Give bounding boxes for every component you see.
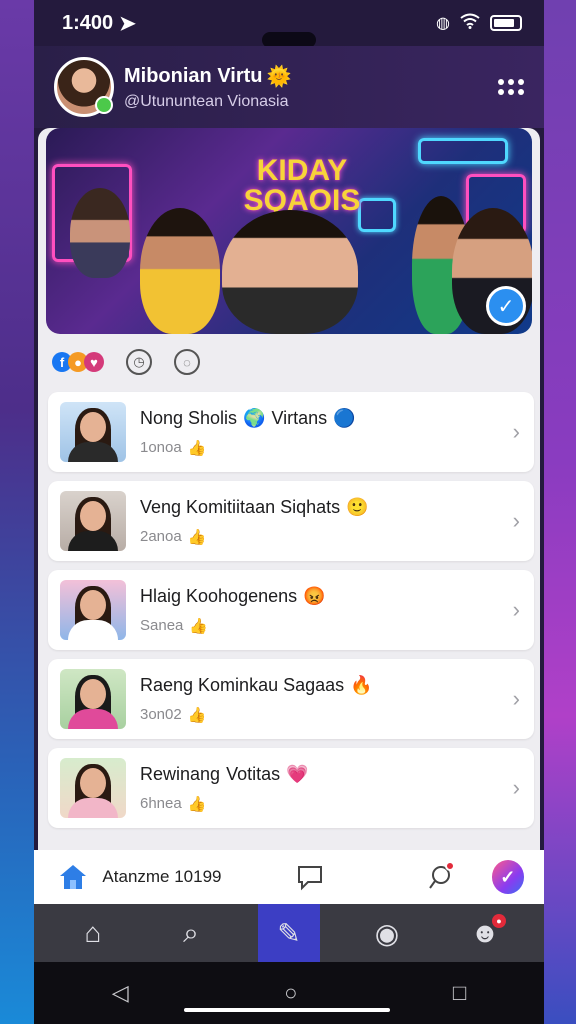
- item-subtitle: 2anoa 👍: [140, 528, 207, 546]
- thumbnail: [60, 758, 126, 818]
- reaction-row: f ● ♥ ◷ ◌: [52, 342, 200, 382]
- profile-handle: @Utununtean Vionasia: [124, 92, 289, 110]
- list-item[interactable]: Veng Komitiitaan Siqhats 🙂 2anoa 👍 ›: [48, 481, 534, 561]
- reaction-icons[interactable]: f ● ♥: [52, 352, 104, 372]
- signal-icon: ◍: [436, 15, 450, 32]
- list-item[interactable]: Nong Sholis 🌍 Virtans 🔵 1onoa 👍 ›: [48, 392, 534, 472]
- system-nav-bar: ◁ ○ □: [34, 962, 544, 1024]
- back-icon[interactable]: ◁: [112, 980, 129, 1006]
- banner-title: KIDAY SQAOIS: [243, 154, 361, 217]
- heart-icon: ♥: [84, 352, 104, 372]
- compose-label[interactable]: Atanzme 10199: [102, 867, 293, 887]
- tab-search[interactable]: ⌕: [160, 904, 222, 962]
- home-button-icon[interactable]: ○: [284, 980, 297, 1006]
- tab-home[interactable]: ⌂: [62, 904, 124, 962]
- home-indicator: [184, 1008, 390, 1012]
- angry-emoji-icon: 😡: [303, 585, 326, 606]
- list-item[interactable]: Hlaig Koohogenens 😡 Sanea 👍 ›: [48, 570, 534, 650]
- chevron-right-icon: ›: [512, 419, 520, 444]
- profile-header: Mibonian Virtu 🌞 @Utununtean Vionasia: [34, 46, 544, 128]
- search-icon: ⌕: [183, 916, 199, 948]
- sun-emoji-icon: 🌞: [266, 65, 292, 88]
- message-icon[interactable]: [293, 859, 327, 895]
- notification-icon[interactable]: [423, 859, 457, 895]
- clock: 1:400: [62, 11, 114, 34]
- fire-emoji-icon: 🔥: [350, 674, 373, 695]
- avatar[interactable]: [54, 57, 114, 117]
- chat-list: Nong Sholis 🌍 Virtans 🔵 1onoa 👍 › Veng K…: [48, 392, 534, 837]
- item-title: Raeng Kominkau Sagaas 🔥: [140, 674, 373, 695]
- item-subtitle: Sanea 👍: [140, 617, 209, 635]
- chevron-right-icon: ›: [512, 597, 520, 622]
- recents-icon[interactable]: □: [453, 980, 466, 1006]
- thumbnail: [60, 491, 126, 551]
- online-status-icon: [95, 96, 113, 114]
- check-circle-icon[interactable]: ✓: [491, 860, 524, 894]
- profile-name-text: Mibonian Virtu: [124, 64, 263, 87]
- chevron-right-icon: ›: [512, 508, 520, 533]
- person-center: [222, 210, 358, 334]
- timer-icon[interactable]: ◷: [126, 349, 152, 375]
- thumbs-up-icon: 👍: [189, 617, 209, 635]
- compose-bar: Atanzme 10199 ✓: [34, 850, 544, 904]
- item-subtitle: 6hnea 👍: [140, 795, 207, 813]
- pen-icon: ✎: [277, 917, 301, 949]
- tab-explore[interactable]: ◉: [356, 904, 418, 962]
- list-item[interactable]: Raeng Kominkau Sagaas 🔥 3on02 👍 ›: [48, 659, 534, 739]
- item-subtitle: 1onoa 👍: [140, 439, 207, 457]
- profile-name: Mibonian Virtu 🌞: [124, 64, 498, 89]
- person-yellow-shirt: [140, 208, 220, 334]
- featured-banner[interactable]: KIDAY SQAOIS ✓: [46, 128, 532, 334]
- wallpaper-right: [544, 0, 576, 1024]
- globe-emoji-icon: 🌍: [243, 407, 266, 428]
- status-icons: ◍: [436, 13, 522, 34]
- chat-bubble-icon[interactable]: ◌: [174, 349, 200, 375]
- chevron-right-icon: ›: [512, 775, 520, 800]
- battery-icon: [490, 15, 522, 31]
- smile-emoji-icon: 🙂: [346, 496, 369, 517]
- wallpaper-left: [0, 0, 34, 1024]
- thumbnail: [60, 402, 126, 462]
- main-content: KIDAY SQAOIS ✓ f ● ♥ ◷ ◌ Nong Sholis 🌍 V…: [38, 128, 540, 850]
- item-title: Hlaig Koohogenens 😡: [140, 585, 326, 606]
- heart-emoji-icon: 💗: [286, 763, 309, 784]
- thumbs-up-icon: 👍: [187, 439, 207, 457]
- more-options-icon[interactable]: [498, 77, 524, 97]
- location-arrow-icon: ➤: [119, 12, 136, 35]
- profile-badge: ●: [492, 914, 506, 928]
- wifi-icon: [460, 13, 480, 34]
- item-subtitle: 3on02 👍: [140, 706, 207, 724]
- thumbs-up-icon: 👍: [187, 528, 207, 546]
- item-title: Veng Komitiitaan Siqhats 🙂: [140, 496, 369, 517]
- chevron-right-icon: ›: [512, 686, 520, 711]
- home-icon[interactable]: [58, 862, 90, 892]
- phone-screen: 1:400 ➤ ◍ Mibonian Virtu 🌞 @Utununtean V…: [34, 0, 544, 1024]
- list-item[interactable]: Rewinang Votitas 💗 6hnea 👍 ›: [48, 748, 534, 828]
- item-title: Nong Sholis 🌍 Virtans 🔵: [140, 407, 356, 428]
- profile-info[interactable]: Mibonian Virtu 🌞 @Utununtean Vionasia: [124, 64, 498, 111]
- verified-check-icon[interactable]: ✓: [486, 286, 526, 326]
- thumbs-up-icon: 👍: [187, 795, 207, 813]
- compass-icon: ◉: [374, 917, 400, 949]
- status-time: 1:400 ➤: [62, 11, 136, 36]
- tab-compose[interactable]: ✎: [258, 904, 320, 962]
- thumbnail: [60, 669, 126, 729]
- item-title: Rewinang Votitas 💗: [140, 763, 309, 784]
- home-tab-icon: ⌂: [84, 917, 102, 948]
- thumbnail: [60, 580, 126, 640]
- blue-circle-icon: 🔵: [333, 407, 356, 428]
- person-left: [70, 188, 130, 278]
- thumbs-up-icon: 👍: [187, 706, 207, 724]
- neon-sign-right: [418, 138, 508, 164]
- tab-bar: ⌂ ⌕ ✎ ◉ ☻ ●: [34, 904, 544, 962]
- tab-profile[interactable]: ☻ ●: [454, 904, 516, 962]
